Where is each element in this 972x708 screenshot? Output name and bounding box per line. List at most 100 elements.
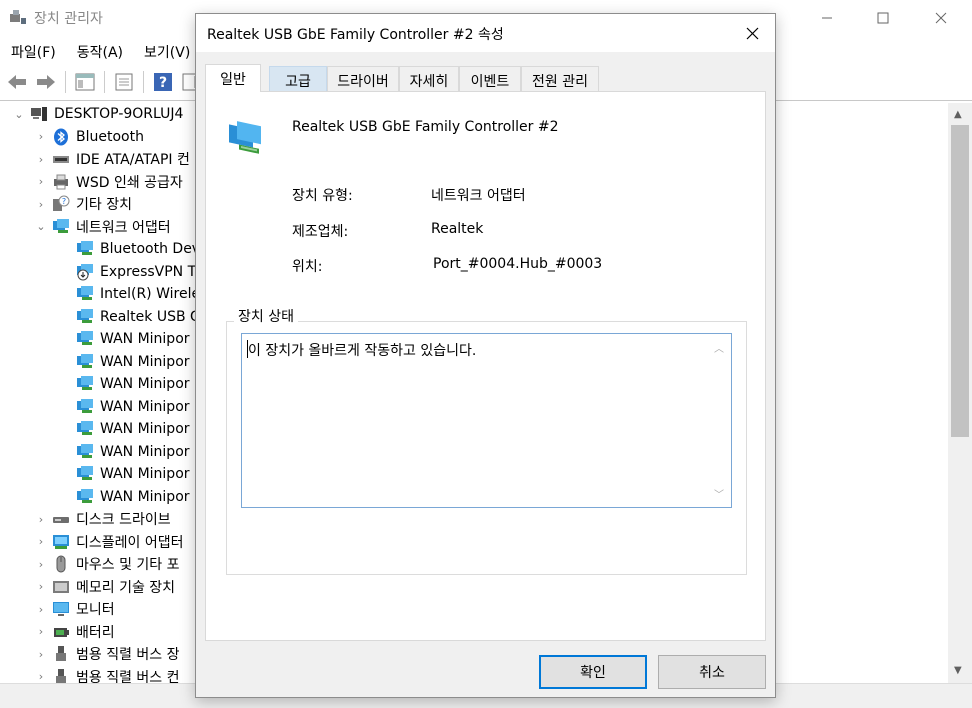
network-adapter-icon [53,218,69,233]
network-adapter-icon [77,308,93,323]
tree-device-item[interactable]: WAN Minipor [58,418,190,441]
tree-device-item[interactable]: Intel(R) Wirele [58,283,200,306]
tree-item-label: WAN Minipor [100,466,190,483]
tree-category-item[interactable]: › 메모리 기술 장치 [34,576,175,599]
tab-general[interactable]: 일반 [205,64,261,92]
tree-category-item[interactable]: › IDE ATA/ATAPI 컨 [34,148,190,171]
tree-device-item[interactable]: Realtek USB G [58,306,201,329]
chevron-down-icon[interactable]: ﹀ [714,486,724,501]
network-adapter-icon [77,241,93,256]
tree-item-label: 범용 직렬 버스 장 [76,647,180,664]
tree-category-item[interactable]: › 모니터 [34,598,115,621]
display-adapter-icon [53,534,69,549]
monitor-icon [53,602,69,617]
tree-item-label: Bluetooth [76,128,144,145]
battery-icon [54,627,69,637]
chevron-up-icon[interactable]: ︿ [714,340,724,355]
network-adapter-icon [77,466,93,481]
chevron-right-icon[interactable]: › [34,130,48,143]
tree-category-item[interactable]: › 디스크 드라이브 [34,508,171,531]
ok-button[interactable]: 확인 [539,655,647,689]
chevron-right-icon[interactable]: › [34,625,48,638]
tree-device-item[interactable]: Bluetooth Dev [58,238,200,261]
tree-category-item[interactable]: ⌄ 네트워크 어댑터 [34,216,171,239]
tree-category-item[interactable]: › 범용 직렬 버스 컨 [34,666,180,683]
chevron-right-icon[interactable]: › [34,648,48,661]
dialog-close-button[interactable] [732,17,772,49]
chevron-right-icon[interactable]: › [34,670,48,683]
menu-action[interactable]: 동작(A) [66,38,133,64]
tree-category-item[interactable]: › WSD 인쇄 공급자 [34,171,183,194]
menu-view[interactable]: 보기(V) [133,38,200,64]
chevron-right-icon[interactable]: › [34,558,48,571]
close-window-button[interactable] [918,0,964,36]
tree-root-item[interactable]: ⌄ DESKTOP-9ORLUJ4 [12,103,183,126]
unknown-device-icon: ? [53,195,70,212]
tree-device-item[interactable]: ExpressVPN TA [58,261,205,284]
device-manager-icon [10,10,26,24]
properties-dialog: Realtek USB GbE Family Controller #2 속성 … [195,13,776,698]
dialog-title: Realtek USB GbE Family Controller #2 속성 [207,27,504,43]
properties-icon [115,73,133,91]
tree-device-item[interactable]: WAN Minipor [58,351,190,374]
tree-device-item[interactable]: WAN Minipor [58,463,190,486]
network-adapter-icon [77,331,93,346]
scrollbar-thumb[interactable] [951,125,969,437]
location-value: Port_#0004.Hub_#0003 [433,256,603,272]
chevron-right-icon[interactable]: › [34,153,48,166]
tree-device-item[interactable]: WAN Minipor [58,328,190,351]
tree-category-item[interactable]: › 마우스 및 기타 포 [34,553,180,576]
device-status-text: 이 장치가 올바르게 작동하고 있습니다. [248,343,477,359]
forward-button[interactable] [33,69,59,95]
network-adapter-icon [229,121,261,154]
mouse-icon [56,555,66,573]
tree-device-item[interactable]: WAN Minipor [58,486,190,509]
chevron-right-icon[interactable]: › [34,513,48,526]
chevron-right-icon[interactable]: › [34,580,48,593]
toolbar-separator [143,71,144,93]
chevron-right-icon[interactable]: › [34,198,48,211]
minimize-button[interactable] [804,0,850,36]
help-icon: ? [154,73,172,91]
chevron-right-icon[interactable]: › [34,535,48,548]
dialog-titlebar[interactable]: Realtek USB GbE Family Controller #2 속성 [196,14,775,52]
tree-device-item[interactable]: WAN Minipor [58,373,190,396]
tree-device-item[interactable]: WAN Minipor [58,441,190,464]
tree-category-item[interactable]: › 배터리 [34,621,115,644]
tree-category-item[interactable]: › Bluetooth [34,126,144,149]
tree-item-label: 메모리 기술 장치 [76,579,176,596]
tree-vertical-scrollbar[interactable]: ▲ ▼ [948,103,972,683]
location-label: 위치: [292,259,323,275]
tree-category-item[interactable]: ›? 기타 장치 [34,193,132,216]
tree-item-label: WAN Minipor [100,398,190,415]
forward-arrow-icon [37,75,55,89]
maximize-icon [877,12,889,24]
maximize-button[interactable] [860,0,906,36]
back-button[interactable] [4,69,30,95]
tab-events[interactable]: 이벤트 [459,66,521,91]
tree-category-item[interactable]: › 디스플레이 어댑터 [34,531,184,554]
tab-driver[interactable]: 드라이버 [327,66,399,91]
tab-advanced[interactable]: 고급 [269,66,327,91]
menu-file[interactable]: 파일(F) [0,38,66,64]
tree-item-label: WAN Minipor [100,488,190,505]
device-status-textbox[interactable]: 이 장치가 올바르게 작동하고 있습니다. ︿ ﹀ [241,333,732,508]
tree-item-label: 배터리 [76,624,115,641]
network-adapter-icon [77,488,93,503]
chevron-right-icon[interactable]: › [34,175,48,188]
show-hide-console-tree-button[interactable] [72,69,98,95]
tree-device-item[interactable]: WAN Minipor [58,396,190,419]
tab-details[interactable]: 자세히 [399,66,459,91]
tree-item-label: WAN Minipor [100,353,190,370]
tree-category-item[interactable]: › 범용 직렬 버스 장 [34,643,180,666]
chevron-down-icon[interactable]: ⌄ [34,220,48,233]
tab-power-management[interactable]: 전원 관리 [521,66,599,91]
network-adapter-icon [77,421,93,436]
help-button[interactable]: ? [150,69,176,95]
chevron-down-icon[interactable]: ⌄ [12,108,26,121]
chevron-right-icon[interactable]: › [34,603,48,616]
scroll-down-icon[interactable]: ▼ [954,665,962,676]
cancel-button[interactable]: 취소 [658,655,766,689]
properties-button[interactable] [111,69,137,95]
scroll-up-icon[interactable]: ▲ [954,109,962,120]
